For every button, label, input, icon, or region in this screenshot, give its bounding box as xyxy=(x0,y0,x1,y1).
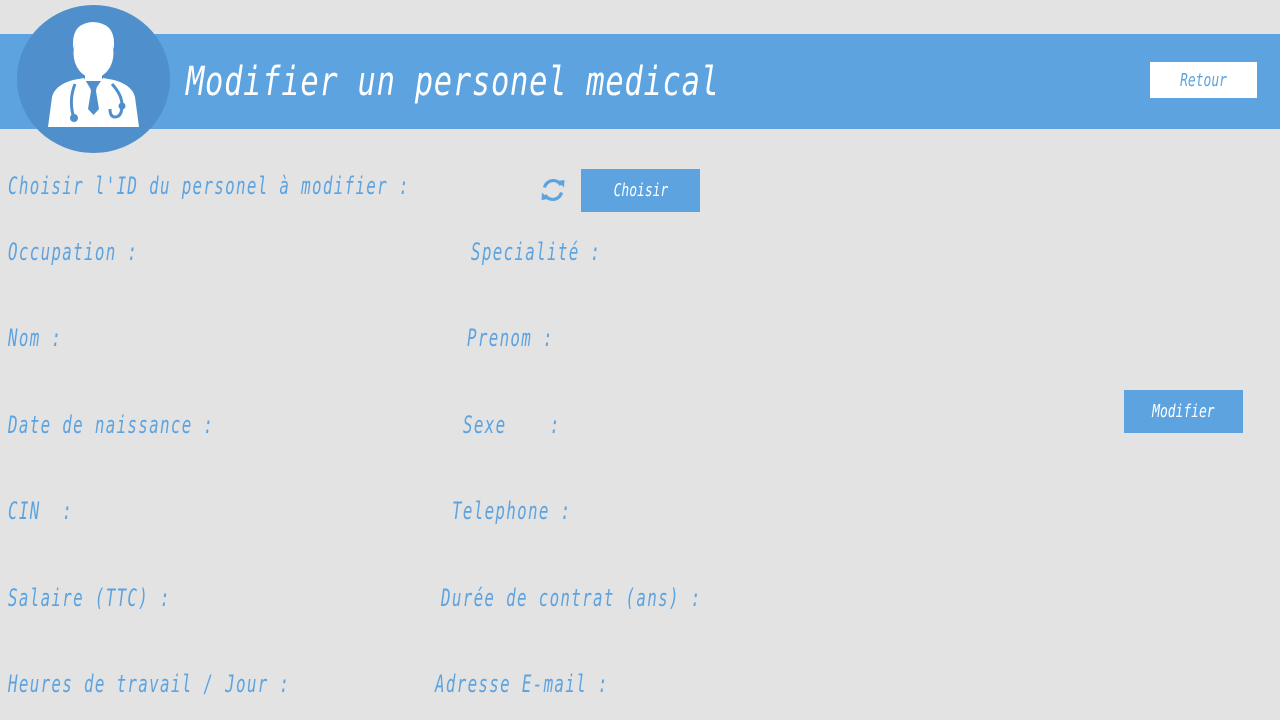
telephone-label: Telephone : xyxy=(452,497,572,525)
back-button-label: Retour xyxy=(1180,69,1227,91)
choose-button[interactable]: Choisir xyxy=(581,169,700,212)
choose-button-label: Choisir xyxy=(613,180,668,201)
choose-id-label: Choisir l'ID du personel à modifier : xyxy=(8,172,410,200)
date-naissance-label: Date de naissance : xyxy=(8,411,215,439)
email-label: Adresse E-mail : xyxy=(435,670,609,698)
sexe-label: Sexe : xyxy=(463,411,561,439)
nom-label: Nom : xyxy=(8,324,63,352)
modify-button[interactable]: Modifier xyxy=(1124,390,1243,433)
back-button[interactable]: Retour xyxy=(1150,62,1257,98)
specialite-label: Specialité : xyxy=(471,238,602,266)
modify-button-label: Modifier xyxy=(1152,401,1215,422)
cin-label: CIN : xyxy=(8,497,74,525)
prenom-label: Prenom : xyxy=(467,324,554,352)
page-title: Modifier un personel medical xyxy=(186,59,720,105)
salaire-label: Salaire (TTC) : xyxy=(8,584,171,612)
duree-contrat-label: Durée de contrat (ans) : xyxy=(441,584,702,612)
doctor-icon xyxy=(17,5,170,153)
refresh-icon[interactable] xyxy=(539,176,567,204)
occupation-label: Occupation : xyxy=(8,238,139,266)
heures-travail-label: Heures de travail / Jour : xyxy=(8,670,291,698)
